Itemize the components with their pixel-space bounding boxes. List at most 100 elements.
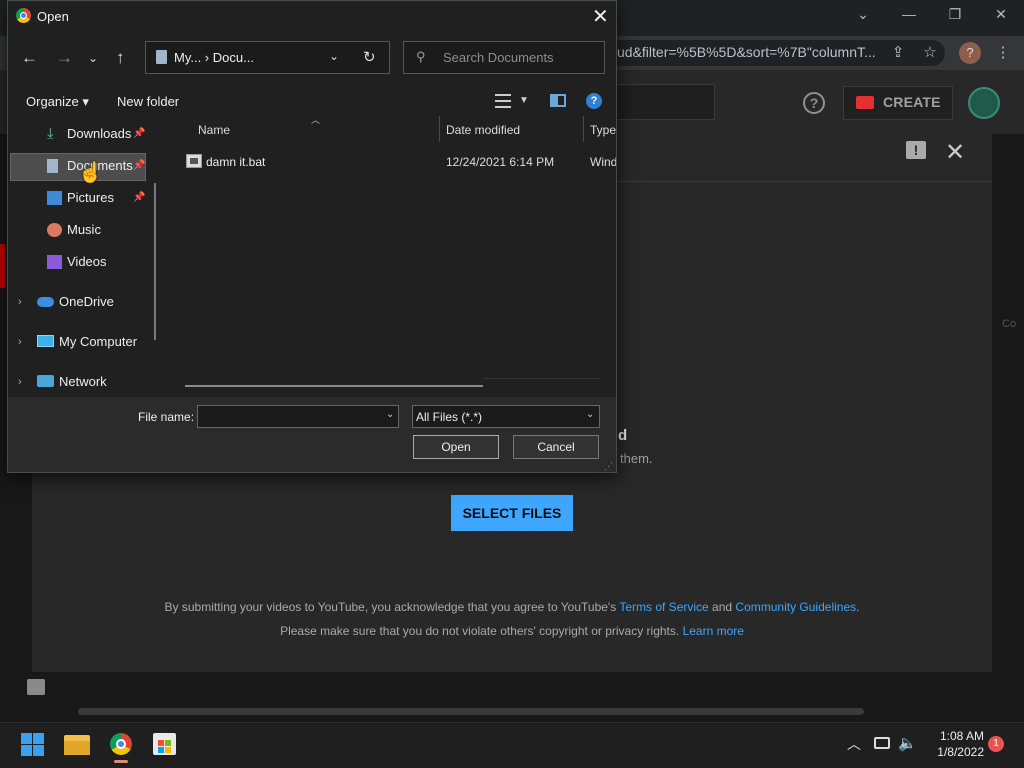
- start-tile: [33, 745, 44, 756]
- url-text[interactable]: ud&filter=%5B%5D&sort=%7B"columnT...: [617, 44, 882, 60]
- file-name[interactable]: damn it.bat: [206, 155, 265, 169]
- help-icon[interactable]: ?: [803, 92, 825, 114]
- pin-icon[interactable]: 📌: [133, 160, 145, 171]
- up-arrow-icon[interactable]: ↑: [116, 48, 125, 68]
- search-icon: ⚲: [416, 49, 426, 64]
- notification-badge[interactable]: 1: [988, 736, 1004, 752]
- resize-grip-icon[interactable]: ⋰: [604, 461, 613, 472]
- store-tile: [158, 747, 164, 753]
- file-type: Wind: [590, 155, 616, 169]
- start-tile: [21, 745, 32, 756]
- community-guidelines-link[interactable]: Community Guidelines: [735, 600, 856, 614]
- filter-dropdown-icon[interactable]: ⌄: [586, 409, 594, 420]
- pin-icon[interactable]: 📌: [133, 128, 145, 139]
- copyright-text: Please make sure that you do not violate…: [280, 624, 683, 638]
- microsoft-store-icon[interactable]: [153, 733, 176, 755]
- network-status-icon[interactable]: [874, 737, 890, 749]
- nav-label: Downloads: [67, 126, 132, 141]
- legal-notice: By submitting your videos to YouTube, yo…: [0, 600, 1024, 614]
- learn-more-link[interactable]: Learn more: [683, 624, 744, 638]
- store-tile: [165, 740, 171, 746]
- legal-period: .: [856, 600, 860, 614]
- create-label: CREATE: [883, 94, 941, 110]
- file-name-dropdown-icon[interactable]: ⌄: [386, 409, 394, 420]
- column-separator[interactable]: [583, 116, 584, 142]
- cancel-button[interactable]: Cancel: [513, 435, 599, 459]
- column-header-date[interactable]: Date modified: [446, 123, 520, 137]
- refresh-icon[interactable]: ↻: [363, 48, 376, 66]
- documents-icon: [156, 50, 167, 64]
- terms-of-service-link[interactable]: Terms of Service: [619, 600, 708, 614]
- close-icon[interactable]: ✕: [945, 138, 965, 167]
- chrome-taskbar-icon[interactable]: [110, 733, 132, 755]
- minimize-icon[interactable]: —: [895, 4, 923, 24]
- view-dropdown-icon[interactable]: ▼: [519, 95, 529, 106]
- show-hidden-icons-chevron-icon[interactable]: ︿: [847, 734, 861, 754]
- send-feedback-icon[interactable]: [27, 679, 45, 695]
- nav-label: Music: [67, 222, 101, 237]
- network-icon: [37, 375, 54, 387]
- file-explorer-icon[interactable]: [64, 735, 90, 755]
- feedback-icon[interactable]: !: [906, 141, 926, 159]
- drag-drop-subtitle: them.: [620, 451, 653, 466]
- back-arrow-icon[interactable]: ←: [21, 48, 38, 68]
- open-button[interactable]: Open: [413, 435, 499, 459]
- drag-drop-title: d: [618, 427, 628, 444]
- start-tile: [21, 733, 32, 744]
- expand-chevron-icon[interactable]: ›: [18, 376, 22, 388]
- channel-avatar[interactable]: [968, 87, 1000, 119]
- share-icon[interactable]: ⇪: [887, 42, 909, 64]
- column-separator[interactable]: [439, 116, 440, 142]
- view-options-icon[interactable]: [495, 94, 511, 108]
- new-folder-button[interactable]: New folder: [117, 94, 179, 109]
- computer-icon: [37, 335, 54, 347]
- window-close-icon[interactable]: ✕: [987, 4, 1015, 24]
- batch-file-icon: [186, 154, 202, 168]
- camera-icon: [856, 96, 874, 109]
- nav-label: Network: [59, 374, 107, 389]
- recent-locations-chevron-icon[interactable]: ⌄: [88, 51, 98, 65]
- file-name-input[interactable]: [197, 405, 399, 428]
- restore-icon[interactable]: ❐: [941, 4, 969, 24]
- cut-off-text: Co: [1002, 318, 1017, 330]
- nav-pane-scrollbar[interactable]: [154, 183, 156, 340]
- volume-icon[interactable]: 🔈: [898, 734, 917, 752]
- column-header-type[interactable]: Type: [590, 123, 616, 137]
- preview-pane-icon[interactable]: [550, 94, 566, 107]
- file-list-horizontal-scrollbar[interactable]: [185, 385, 483, 387]
- pin-icon[interactable]: 📌: [133, 192, 145, 203]
- more-menu-icon[interactable]: ⋮: [992, 42, 1014, 64]
- clock-date[interactable]: 1/8/2022: [930, 745, 984, 759]
- expand-chevron-icon[interactable]: ›: [18, 336, 22, 348]
- windows-start-icon[interactable]: [21, 733, 44, 756]
- file-type-filter-value: All Files (*.*): [416, 410, 483, 424]
- bookmark-star-icon[interactable]: ☆: [919, 42, 941, 64]
- path-text[interactable]: My... › Docu...: [174, 50, 254, 65]
- dialog-close-icon[interactable]: ✕: [592, 4, 609, 29]
- profile-avatar[interactable]: ?: [959, 42, 981, 64]
- search-input[interactable]: Search Documents: [443, 50, 554, 65]
- dialog-help-icon[interactable]: ?: [586, 93, 602, 109]
- copyright-notice: Please make sure that you do not violate…: [0, 624, 1024, 638]
- expand-chevron-icon[interactable]: ›: [18, 296, 22, 308]
- store-tile: [158, 740, 164, 746]
- organize-button[interactable]: Organize ▾: [26, 94, 89, 110]
- download-icon: ⤓: [47, 125, 54, 142]
- page-horizontal-scrollbar[interactable]: [78, 708, 864, 715]
- studio-search-box[interactable]: [600, 84, 715, 120]
- tab-search-icon[interactable]: ⌄: [849, 4, 877, 24]
- forward-arrow-icon[interactable]: →: [56, 48, 73, 68]
- store-tile: [165, 747, 171, 753]
- hand-cursor-icon: ☝: [78, 162, 103, 184]
- clock-time[interactable]: 1:08 AM: [934, 729, 984, 743]
- sort-ascending-icon: ︿: [311, 115, 321, 125]
- dialog-title: Open: [37, 9, 69, 24]
- cloud-icon: [37, 297, 54, 307]
- select-files-button[interactable]: SELECT FILES: [451, 495, 573, 531]
- pictures-icon: [47, 191, 62, 205]
- nav-label: My Computer: [59, 334, 138, 349]
- path-dropdown-icon[interactable]: ⌄: [329, 49, 339, 63]
- column-header-name[interactable]: Name: [198, 123, 230, 137]
- file-date: 12/24/2021 6:14 PM: [446, 155, 555, 169]
- chrome-icon: [16, 8, 31, 23]
